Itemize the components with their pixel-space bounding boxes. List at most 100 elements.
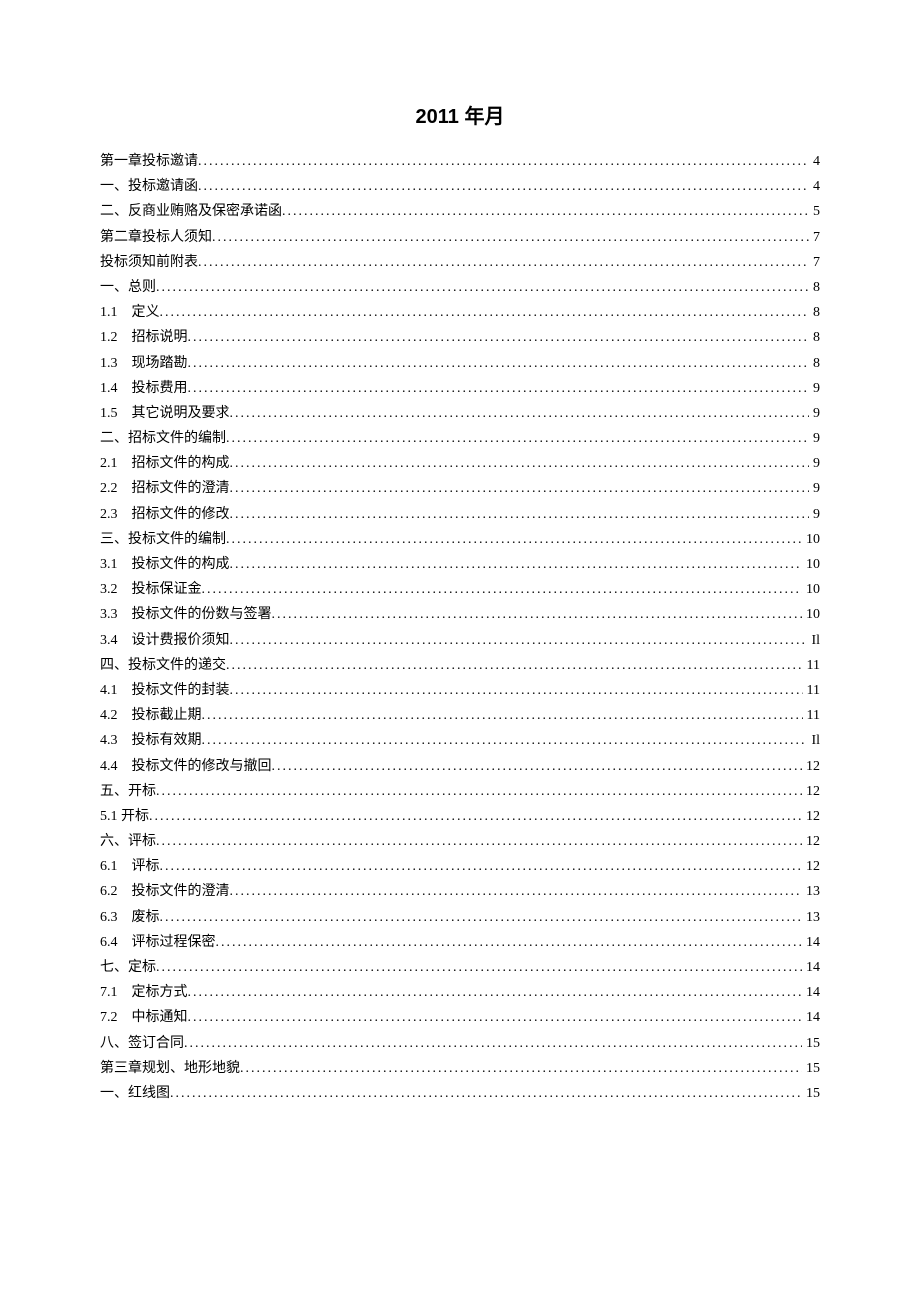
toc-text: 废标 <box>132 905 160 930</box>
toc-page-number: 5 <box>809 199 820 224</box>
toc-entry: 二、反商业贿赂及保密承诺函 5 <box>100 199 820 224</box>
toc-page-number: 14 <box>802 955 820 980</box>
toc-page-number: 12 <box>802 829 820 854</box>
toc-entry: 7.2中标通知14 <box>100 1005 820 1030</box>
toc-text: 第二章投标人须知 <box>100 225 212 250</box>
toc-leader-dots <box>202 577 803 602</box>
table-of-contents: 第一章投标邀请4一、投标邀请函4二、反商业贿赂及保密承诺函5第二章投标人须知7投… <box>100 149 820 1106</box>
toc-leader-dots <box>198 174 809 199</box>
toc-text: 中标通知 <box>132 1005 188 1030</box>
toc-page-number: 14 <box>802 930 820 955</box>
toc-page-number: 4 <box>809 174 820 199</box>
page-container: 2011 年月 第一章投标邀请4一、投标邀请函4二、反商业贿赂及保密承诺函5第二… <box>0 0 920 1166</box>
toc-text: 八、签订合同 <box>100 1031 184 1056</box>
toc-leader-dots <box>230 678 803 703</box>
toc-number: 2.1 <box>100 451 118 476</box>
toc-leader-dots <box>156 955 802 980</box>
toc-text: 招标说明 <box>132 325 188 350</box>
toc-number: 4.4 <box>100 754 118 779</box>
toc-text: 二、反商业贿赂及保密承诺函 <box>100 199 282 224</box>
toc-text: 招标文件的修改 <box>132 502 230 527</box>
toc-leader-dots <box>226 426 809 451</box>
toc-page-number: 9 <box>809 451 820 476</box>
toc-number: 4.2 <box>100 703 118 728</box>
toc-number: 2.2 <box>100 476 118 501</box>
toc-entry: 七、定标14 <box>100 955 820 980</box>
toc-entry: 4.2投标截止期11 <box>100 703 820 728</box>
toc-number: 1.4 <box>100 376 118 401</box>
toc-leader-dots <box>198 250 809 275</box>
toc-leader-dots <box>240 1056 802 1081</box>
toc-page-number: 7 <box>809 250 820 275</box>
toc-text: 投标有效期 <box>132 728 202 753</box>
toc-text: 二、招标文件的编制 <box>100 426 226 451</box>
toc-text: 投标文件的构成 <box>132 552 230 577</box>
toc-leader-dots <box>202 703 803 728</box>
toc-text: 四、投标文件的递交 <box>100 653 226 678</box>
toc-number: 3.2 <box>100 577 118 602</box>
toc-text: 五、开标 <box>100 779 156 804</box>
toc-leader-dots <box>156 829 802 854</box>
toc-page-number: 8 <box>809 351 820 376</box>
toc-entry: 五、开标12 <box>100 779 820 804</box>
toc-page-number: 9 <box>809 502 820 527</box>
toc-number: 3.1 <box>100 552 118 577</box>
toc-entry: 投标须知前附表 7 <box>100 250 820 275</box>
toc-number: 3.3 <box>100 602 118 627</box>
toc-entry: 4.1投标文件的封装11 <box>100 678 820 703</box>
toc-text: 定义 <box>132 300 160 325</box>
toc-entry: 1.3现场踏勘8 <box>100 351 820 376</box>
toc-entry: 一、红线图15 <box>100 1081 820 1106</box>
toc-text: 投标文件的修改与撤回 <box>132 754 272 779</box>
toc-entry: 二、招标文件的编制9 <box>100 426 820 451</box>
toc-text: 评标过程保密 <box>132 930 216 955</box>
toc-entry: 2.1 招标文件的构成 9 <box>100 451 820 476</box>
toc-entry: 第二章投标人须知 7 <box>100 225 820 250</box>
toc-entry: 八、签订合同15 <box>100 1031 820 1056</box>
toc-page-number: 12 <box>802 754 820 779</box>
toc-number: 1.2 <box>100 325 118 350</box>
toc-text: 一、投标邀请函 <box>100 174 198 199</box>
toc-page-number: 10 <box>802 577 820 602</box>
toc-entry: 三、投标文件的编制10 <box>100 527 820 552</box>
toc-entry: 一、总则8 <box>100 275 820 300</box>
toc-leader-dots <box>226 653 803 678</box>
toc-leader-dots <box>188 1005 803 1030</box>
toc-page-number: 4 <box>809 149 820 174</box>
toc-text: 第一章投标邀请 <box>100 149 198 174</box>
toc-entry: 四、投标文件的递交11 <box>100 653 820 678</box>
toc-entry: 5.1 开标12 <box>100 804 820 829</box>
toc-number: 3.4 <box>100 628 118 653</box>
toc-leader-dots <box>184 1031 802 1056</box>
toc-text: 招标文件的澄清 <box>132 476 230 501</box>
toc-page-number: 8 <box>809 325 820 350</box>
toc-page-number: 15 <box>802 1081 820 1106</box>
toc-entry: 第三章规划、地形地貌15 <box>100 1056 820 1081</box>
toc-leader-dots <box>188 980 803 1005</box>
toc-entry: 6.3废标13 <box>100 905 820 930</box>
toc-entry: 7.1定标方式14 <box>100 980 820 1005</box>
toc-leader-dots <box>282 199 809 224</box>
toc-text: 评标 <box>132 854 160 879</box>
toc-text: 一、总则 <box>100 275 156 300</box>
toc-text: 投标保证金 <box>132 577 202 602</box>
toc-page-number: 11 <box>803 703 820 728</box>
toc-leader-dots <box>160 854 803 879</box>
toc-number: 4.3 <box>100 728 118 753</box>
toc-entry: 4.3投标有效期Il <box>100 728 820 753</box>
toc-page-number: 14 <box>802 980 820 1005</box>
toc-page-number: 7 <box>809 225 820 250</box>
toc-text: 投标须知前附表 <box>100 250 198 275</box>
toc-leader-dots <box>188 325 810 350</box>
toc-entry: 一、投标邀请函 4 <box>100 174 820 199</box>
toc-entry: 3.1投标文件的构成10 <box>100 552 820 577</box>
toc-leader-dots <box>149 804 802 829</box>
toc-page-number: 15 <box>802 1056 820 1081</box>
toc-page-number: 10 <box>802 602 820 627</box>
toc-leader-dots <box>170 1081 802 1106</box>
toc-leader-dots <box>230 451 810 476</box>
toc-number: 1.5 <box>100 401 118 426</box>
toc-text: 招标文件的构成 <box>132 451 230 476</box>
toc-text: 定标方式 <box>132 980 188 1005</box>
toc-page-number: 10 <box>802 527 820 552</box>
